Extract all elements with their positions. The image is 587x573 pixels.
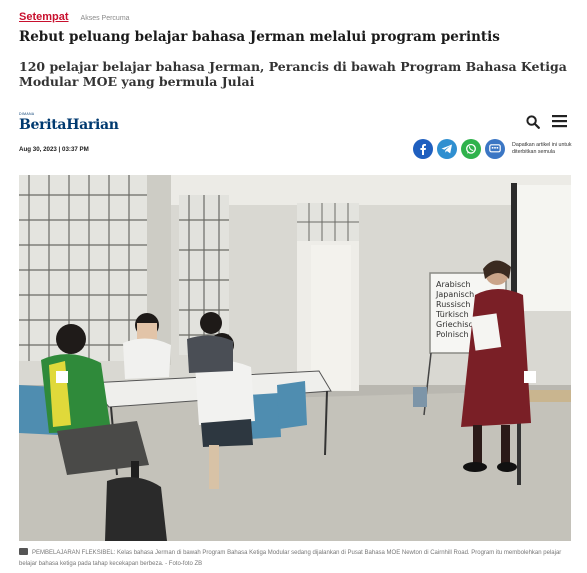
access-label: Akses Percuma bbox=[80, 15, 130, 22]
facebook-share-button[interactable] bbox=[413, 139, 433, 159]
telegram-icon bbox=[441, 144, 452, 154]
article-dateline: Aug 30, 2023 | 03:37 PM bbox=[19, 146, 89, 153]
channel-share-button[interactable] bbox=[485, 139, 505, 159]
gallery-next-marker[interactable] bbox=[524, 371, 536, 383]
brand-tagline: DIMANA bbox=[19, 112, 35, 116]
photo-caption: PEMBELAJARAN FLEKSIBEL: Kelas bahasa Jer… bbox=[19, 548, 574, 570]
chat-icon bbox=[489, 144, 501, 153]
classroom-photo: Arabisch Japanisch Russisch Türkisch Gri… bbox=[19, 175, 571, 541]
caption-text: PEMBELAJARAN FLEKSIBEL: Kelas bahasa Jer… bbox=[19, 550, 562, 567]
brand-name: BeritaHarian bbox=[19, 117, 119, 133]
article-photo: Arabisch Japanisch Russisch Türkisch Gri… bbox=[19, 175, 571, 541]
telegram-share-button[interactable] bbox=[437, 139, 457, 159]
article-standfirst: 120 pelajar belajar bahasa Jerman, Peran… bbox=[19, 59, 567, 89]
article-meta: Aug 30, 2023 | 03:37 PM Dapatkan artikel… bbox=[19, 139, 574, 163]
whiteboard-line: Russisch bbox=[436, 300, 470, 309]
projector-screen bbox=[515, 185, 571, 311]
whatsapp-icon bbox=[466, 143, 476, 154]
backpack bbox=[105, 477, 167, 541]
doorway bbox=[297, 203, 359, 391]
brand-logo[interactable]: DIMANA BeritaHarian bbox=[19, 112, 119, 134]
topline: Setempat Akses Percuma bbox=[19, 11, 130, 23]
republish-note[interactable]: Dapatkan artikel ini untuk diterbitkan s… bbox=[512, 142, 578, 156]
share-bar: Dapatkan artikel ini untuk diterbitkan s… bbox=[413, 139, 578, 159]
search-icon[interactable] bbox=[526, 115, 540, 129]
bin bbox=[413, 387, 427, 407]
gallery-prev-marker[interactable] bbox=[56, 371, 68, 383]
article-headline: Rebut peluang belajar bahasa Jerman mela… bbox=[19, 29, 500, 45]
masthead: DIMANA BeritaHarian bbox=[19, 112, 574, 134]
hamburger-menu-icon[interactable] bbox=[552, 114, 567, 128]
whiteboard-line: Japanisch bbox=[435, 290, 474, 299]
whatsapp-share-button[interactable] bbox=[461, 139, 481, 159]
whiteboard-line: Türkisch bbox=[435, 310, 469, 319]
camera-icon bbox=[19, 548, 28, 555]
brand-name-part-1: Berita bbox=[19, 117, 67, 133]
facebook-icon bbox=[420, 144, 426, 155]
whiteboard-line: Arabisch bbox=[436, 280, 471, 289]
whiteboard-line: Polnisch bbox=[436, 330, 469, 339]
brand-name-part-2: Harian bbox=[66, 117, 119, 133]
section-link[interactable]: Setempat bbox=[19, 11, 69, 23]
